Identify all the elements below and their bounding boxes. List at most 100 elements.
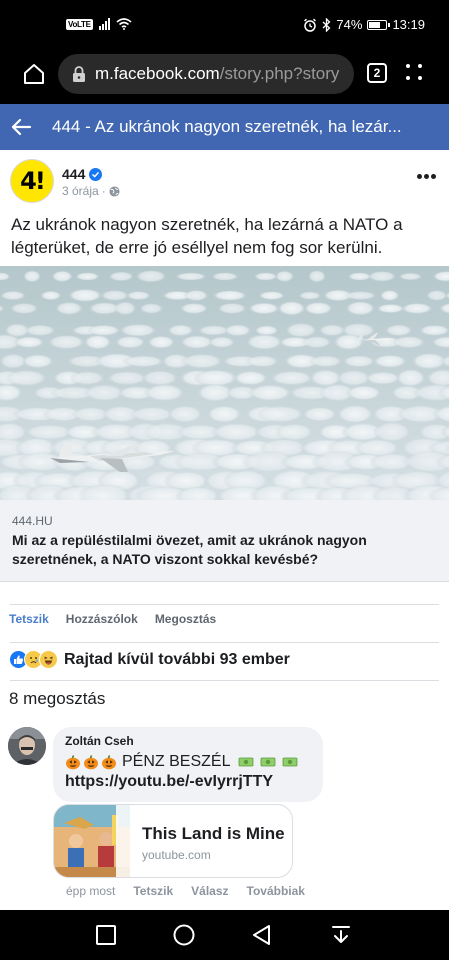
comment-link[interactable]: https://youtu.be/-evIyrrjTTY — [65, 773, 311, 791]
cloud-puff — [253, 272, 278, 282]
cloud-puff — [245, 355, 279, 369]
link-preview-image[interactable] — [0, 266, 449, 500]
avatar-logo-text: 4! — [20, 167, 46, 195]
cloud-puff — [364, 372, 402, 386]
youtube-preview-card[interactable]: This Land is Mine youtube.com — [53, 804, 293, 878]
comment-text: PÉNZ BESZÉL — [122, 753, 231, 770]
home-icon[interactable] — [22, 62, 46, 86]
android-nav-bar — [0, 910, 449, 960]
divider — [10, 604, 439, 605]
cloud-puff — [208, 336, 236, 349]
cloud-puff — [345, 301, 376, 317]
cloud-puff — [180, 354, 224, 370]
page-name[interactable]: 444 — [62, 166, 85, 182]
cloud-puff — [108, 271, 135, 282]
cloud-puff — [248, 302, 280, 316]
comment-more-button[interactable]: Továbbiak — [247, 884, 305, 898]
comment-time: épp most — [66, 884, 116, 898]
cloud-puff — [379, 290, 400, 302]
comment-text-line: PÉNZ BESZÉL — [65, 753, 311, 771]
notification-shade-icon[interactable] — [330, 924, 352, 946]
cloud-puff — [40, 291, 62, 301]
cloud-puff — [212, 290, 248, 302]
wifi-icon — [116, 18, 132, 30]
post-actions: Tetszik Hozzászólok Megosztás — [0, 612, 449, 632]
cloud-puff — [233, 371, 269, 387]
cloud-puff — [258, 291, 286, 301]
url-bar[interactable]: m.facebook.com/story.php?story — [58, 54, 354, 94]
cloud-puff — [147, 336, 176, 350]
cloud-puff — [119, 324, 158, 338]
cloud-puff — [309, 355, 343, 369]
commenter-avatar[interactable] — [8, 727, 46, 765]
post-time[interactable]: 3 órája — [62, 184, 99, 198]
pumpkin-icon — [84, 755, 98, 770]
comment-button[interactable]: Hozzászólok — [66, 612, 138, 632]
link-preview-info[interactable]: 444.HU Mi az a repüléstilalmi övezet, am… — [0, 500, 449, 582]
youtube-title: This Land is Mine — [142, 824, 285, 843]
like-button[interactable]: Tetszik — [9, 612, 49, 632]
cloud-puff — [24, 324, 56, 337]
back-arrow-icon[interactable] — [10, 116, 32, 138]
link-domain: 444.HU — [12, 514, 53, 528]
cloud-puff — [277, 301, 306, 317]
cloud-puff — [384, 324, 413, 337]
comment-actions: épp most Tetszik Válasz Továbbiak — [66, 884, 323, 898]
cloud-puff — [83, 335, 112, 351]
back-nav-icon[interactable] — [251, 924, 273, 946]
cloud-puff — [143, 384, 186, 403]
tab-switcher-button[interactable]: 2 — [367, 63, 387, 83]
facebook-header: 444 - Az ukránok nagyon szeretnék, ha le… — [0, 104, 449, 150]
comment-like-button[interactable]: Tetszik — [133, 884, 173, 898]
cloud-puff — [256, 406, 306, 424]
money-icon — [261, 757, 276, 767]
share-count[interactable]: 8 megosztás — [9, 689, 105, 709]
url-path: /story.php?story — [219, 64, 340, 83]
meta-separator: · — [101, 184, 106, 198]
cloud-puff — [275, 271, 295, 283]
home-nav-icon[interactable] — [173, 924, 195, 946]
post-meta: 3 órája · — [62, 184, 120, 198]
cloud-puff — [75, 272, 100, 282]
cloud-puff — [344, 291, 377, 301]
pumpkin-icon — [102, 755, 116, 770]
header-title: 444 - Az ukránok nagyon szeretnék, ha le… — [52, 117, 402, 136]
cloud-puff — [51, 271, 73, 283]
reactions-row[interactable]: Rajtad kívül további 93 ember — [9, 650, 290, 669]
cloud-puff — [21, 354, 55, 370]
verified-badge-icon — [89, 167, 103, 181]
page-avatar[interactable]: 4! — [10, 159, 54, 203]
cloud-puff — [398, 273, 423, 281]
battery-icon — [367, 19, 391, 30]
globe-icon — [109, 185, 120, 197]
more-options-icon[interactable] — [417, 174, 437, 180]
reaction-summary: Rajtad kívül további 93 ember — [64, 650, 290, 668]
cloud-puff — [395, 369, 426, 389]
cloud-puff — [345, 385, 382, 402]
browser-menu-icon[interactable] — [406, 64, 424, 82]
cloud-puff — [69, 371, 106, 387]
cloud-puff — [179, 303, 209, 315]
browser-toolbar: m.facebook.com/story.php?story 2 — [0, 44, 449, 104]
cloud-puff — [206, 405, 243, 425]
recent-apps-icon[interactable] — [95, 924, 117, 946]
share-button[interactable]: Megosztás — [155, 612, 216, 632]
cloud-puff — [141, 370, 179, 387]
cloud-puff — [174, 272, 207, 282]
pumpkin-icon — [66, 755, 80, 770]
cloud-puff — [401, 303, 433, 315]
cloud-puff — [302, 336, 332, 350]
comment-author[interactable]: Zoltán Cseh — [65, 734, 311, 748]
cloud-puff — [135, 270, 167, 284]
comment-bubble[interactable]: Zoltán Cseh PÉNZ BESZÉL https://youtu.be… — [53, 727, 323, 802]
comment-reply-button[interactable]: Válasz — [191, 884, 228, 898]
cloud-puff — [392, 336, 426, 350]
youtube-domain: youtube.com — [142, 848, 211, 862]
cloud-puff — [269, 371, 314, 387]
cloud-puff — [376, 304, 405, 314]
cloud-puff — [126, 291, 151, 301]
cloud-puff — [86, 325, 121, 337]
cloud-puff — [122, 355, 165, 368]
bluetooth-icon — [322, 17, 331, 32]
cloud-puff — [167, 324, 194, 337]
